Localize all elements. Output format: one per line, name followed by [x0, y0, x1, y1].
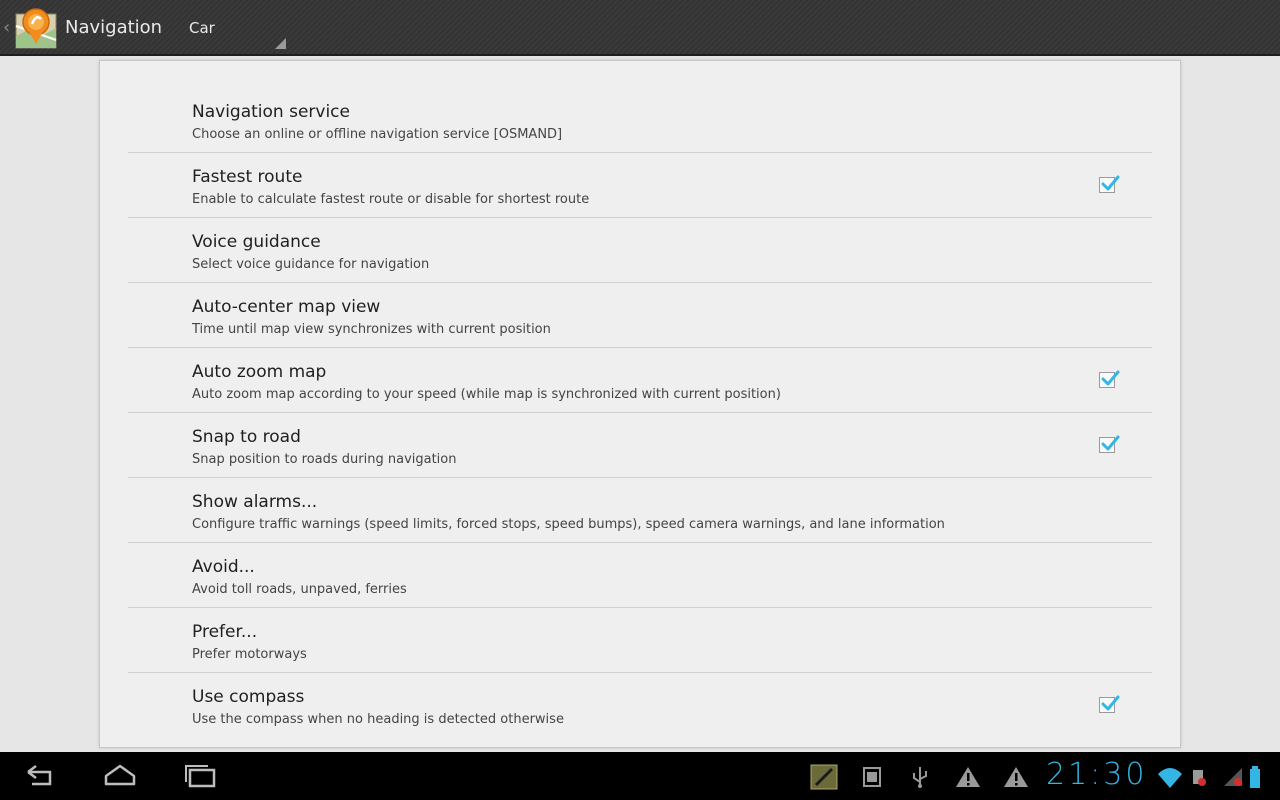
pref-use-compass[interactable]: Use compass Use the compass when no head… [128, 673, 1152, 737]
pref-summary: Enable to calculate fastest route or dis… [192, 192, 590, 207]
pref-title: Show alarms... [192, 492, 318, 512]
checkmark-icon [1101, 175, 1120, 191]
pref-summary: Configure traffic warnings (speed limits… [192, 517, 945, 532]
pref-title: Auto-center map view [192, 297, 381, 317]
pref-navigation-service[interactable]: Navigation service Choose an online or o… [128, 88, 1152, 153]
pref-prefer[interactable]: Prefer... Prefer motorways [128, 608, 1152, 673]
notes-app-icon[interactable] [810, 764, 838, 790]
pref-title: Use compass [192, 687, 305, 707]
pref-summary: Avoid toll roads, unpaved, ferries [192, 582, 407, 597]
checkmark-icon [1101, 370, 1120, 386]
pref-summary: Select voice guidance for navigation [192, 257, 430, 272]
sd-card-icon[interactable] [858, 764, 886, 790]
pref-summary: Use the compass when no heading is detec… [192, 712, 564, 727]
up-chevron-icon[interactable]: ‹ [3, 17, 10, 38]
app-title: Navigation [65, 17, 163, 38]
checkmark-icon [1101, 435, 1120, 451]
preference-list: Navigation service Choose an online or o… [128, 88, 1152, 737]
pref-auto-zoom-map[interactable]: Auto zoom map Auto zoom map according to… [128, 348, 1152, 413]
wifi-icon [1158, 768, 1182, 788]
pref-title: Auto zoom map [192, 362, 327, 382]
warning-icon[interactable] [1002, 764, 1030, 790]
auto-zoom-map-checkbox[interactable] [1099, 370, 1120, 388]
pref-title: Navigation service [192, 102, 350, 122]
pref-summary: Auto zoom map according to your speed (w… [192, 387, 781, 402]
warning-icon[interactable] [954, 764, 982, 790]
recent-apps-icon[interactable] [180, 762, 220, 790]
pref-title: Voice guidance [192, 232, 321, 252]
pref-title: Prefer... [192, 622, 258, 642]
pref-summary: Choose an online or offline navigation s… [192, 127, 563, 142]
pref-voice-guidance[interactable]: Voice guidance Select voice guidance for… [128, 218, 1152, 283]
use-compass-checkbox[interactable] [1099, 695, 1120, 713]
back-icon[interactable] [20, 762, 60, 790]
pref-show-alarms[interactable]: Show alarms... Configure traffic warning… [128, 478, 1152, 543]
checkmark-icon [1101, 695, 1120, 711]
clock[interactable]: 21:30 [1046, 757, 1147, 792]
gps-off-icon [1193, 770, 1206, 786]
pref-title: Avoid... [192, 557, 255, 577]
pref-title: Fastest route [192, 167, 303, 187]
pref-fastest-route[interactable]: Fastest route Enable to calculate fastes… [128, 153, 1152, 218]
battery-icon [1250, 766, 1260, 788]
pref-summary: Snap position to roads during navigation [192, 452, 457, 467]
home-icon[interactable] [100, 762, 140, 790]
preferences-panel: Navigation service Choose an online or o… [99, 60, 1181, 748]
spinner-triangle-icon [275, 38, 286, 49]
usb-icon[interactable] [906, 764, 934, 790]
fastest-route-checkbox[interactable] [1099, 175, 1120, 193]
no-sim-icon [1224, 768, 1242, 786]
profile-spinner-value: Car [189, 19, 215, 37]
action-bar: ‹ Navigation Car [0, 0, 1280, 56]
pref-auto-center-map-view[interactable]: Auto-center map view Time until map view… [128, 283, 1152, 348]
snap-to-road-checkbox[interactable] [1099, 435, 1120, 453]
pref-snap-to-road[interactable]: Snap to road Snap position to roads duri… [128, 413, 1152, 478]
profile-spinner[interactable]: Car [180, 8, 290, 52]
pref-summary: Time until map view synchronizes with cu… [192, 322, 551, 337]
pref-title: Snap to road [192, 427, 301, 447]
pref-summary: Prefer motorways [192, 647, 307, 662]
pref-avoid[interactable]: Avoid... Avoid toll roads, unpaved, ferr… [128, 543, 1152, 608]
osmand-app-icon[interactable] [14, 6, 58, 50]
system-bar: 21:30 [0, 752, 1280, 800]
